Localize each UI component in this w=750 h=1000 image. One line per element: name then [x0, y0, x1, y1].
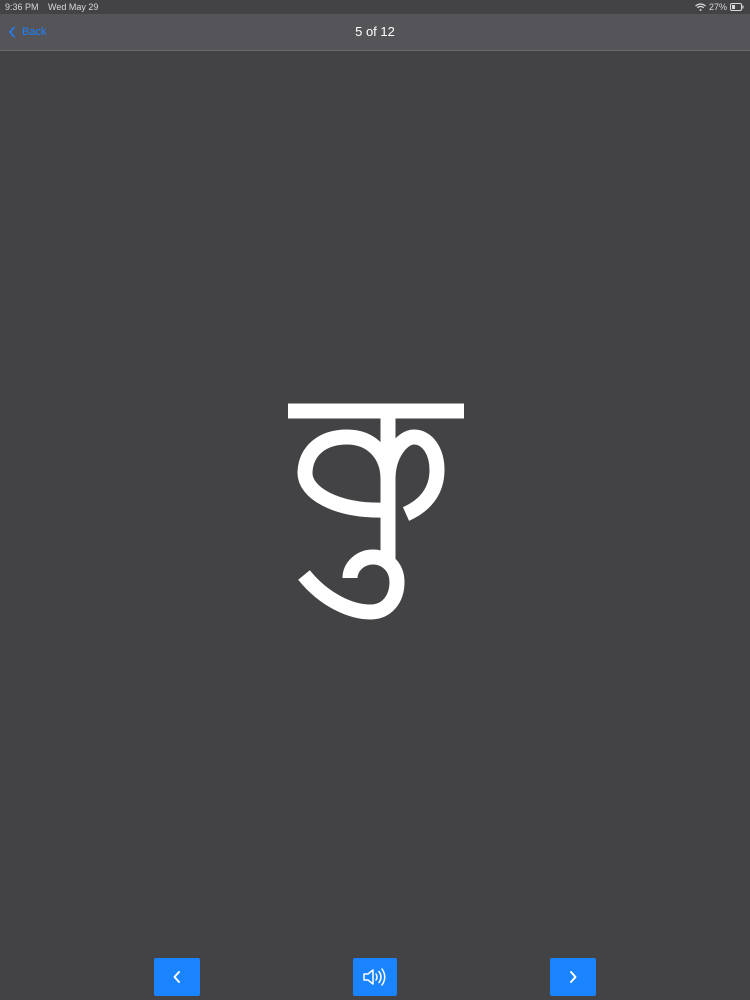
battery-icon — [730, 3, 744, 11]
flashcard-screen: 9:36 PM Wed May 29 27% Back 5 of 12 — [0, 0, 750, 1000]
flashcard-character: कु — [288, 403, 464, 620]
battery-percent: 27% — [708, 2, 727, 12]
next-button[interactable] — [550, 958, 596, 996]
speaker-icon — [363, 968, 386, 986]
navigation-bar: Back 5 of 12 — [0, 14, 750, 51]
page-title: 5 of 12 — [355, 24, 395, 39]
chevron-right-icon — [570, 971, 577, 983]
previous-button[interactable] — [154, 958, 200, 996]
wifi-icon — [695, 3, 706, 11]
status-bar: 9:36 PM Wed May 29 27% — [0, 0, 750, 14]
status-date: Wed May 29 — [48, 2, 99, 12]
flashcard-area: कु — [0, 51, 750, 951]
status-right: 27% — [695, 0, 744, 14]
status-time: 9:36 PM — [5, 2, 39, 12]
play-sound-button[interactable] — [353, 958, 397, 996]
chevron-left-icon — [173, 971, 180, 983]
